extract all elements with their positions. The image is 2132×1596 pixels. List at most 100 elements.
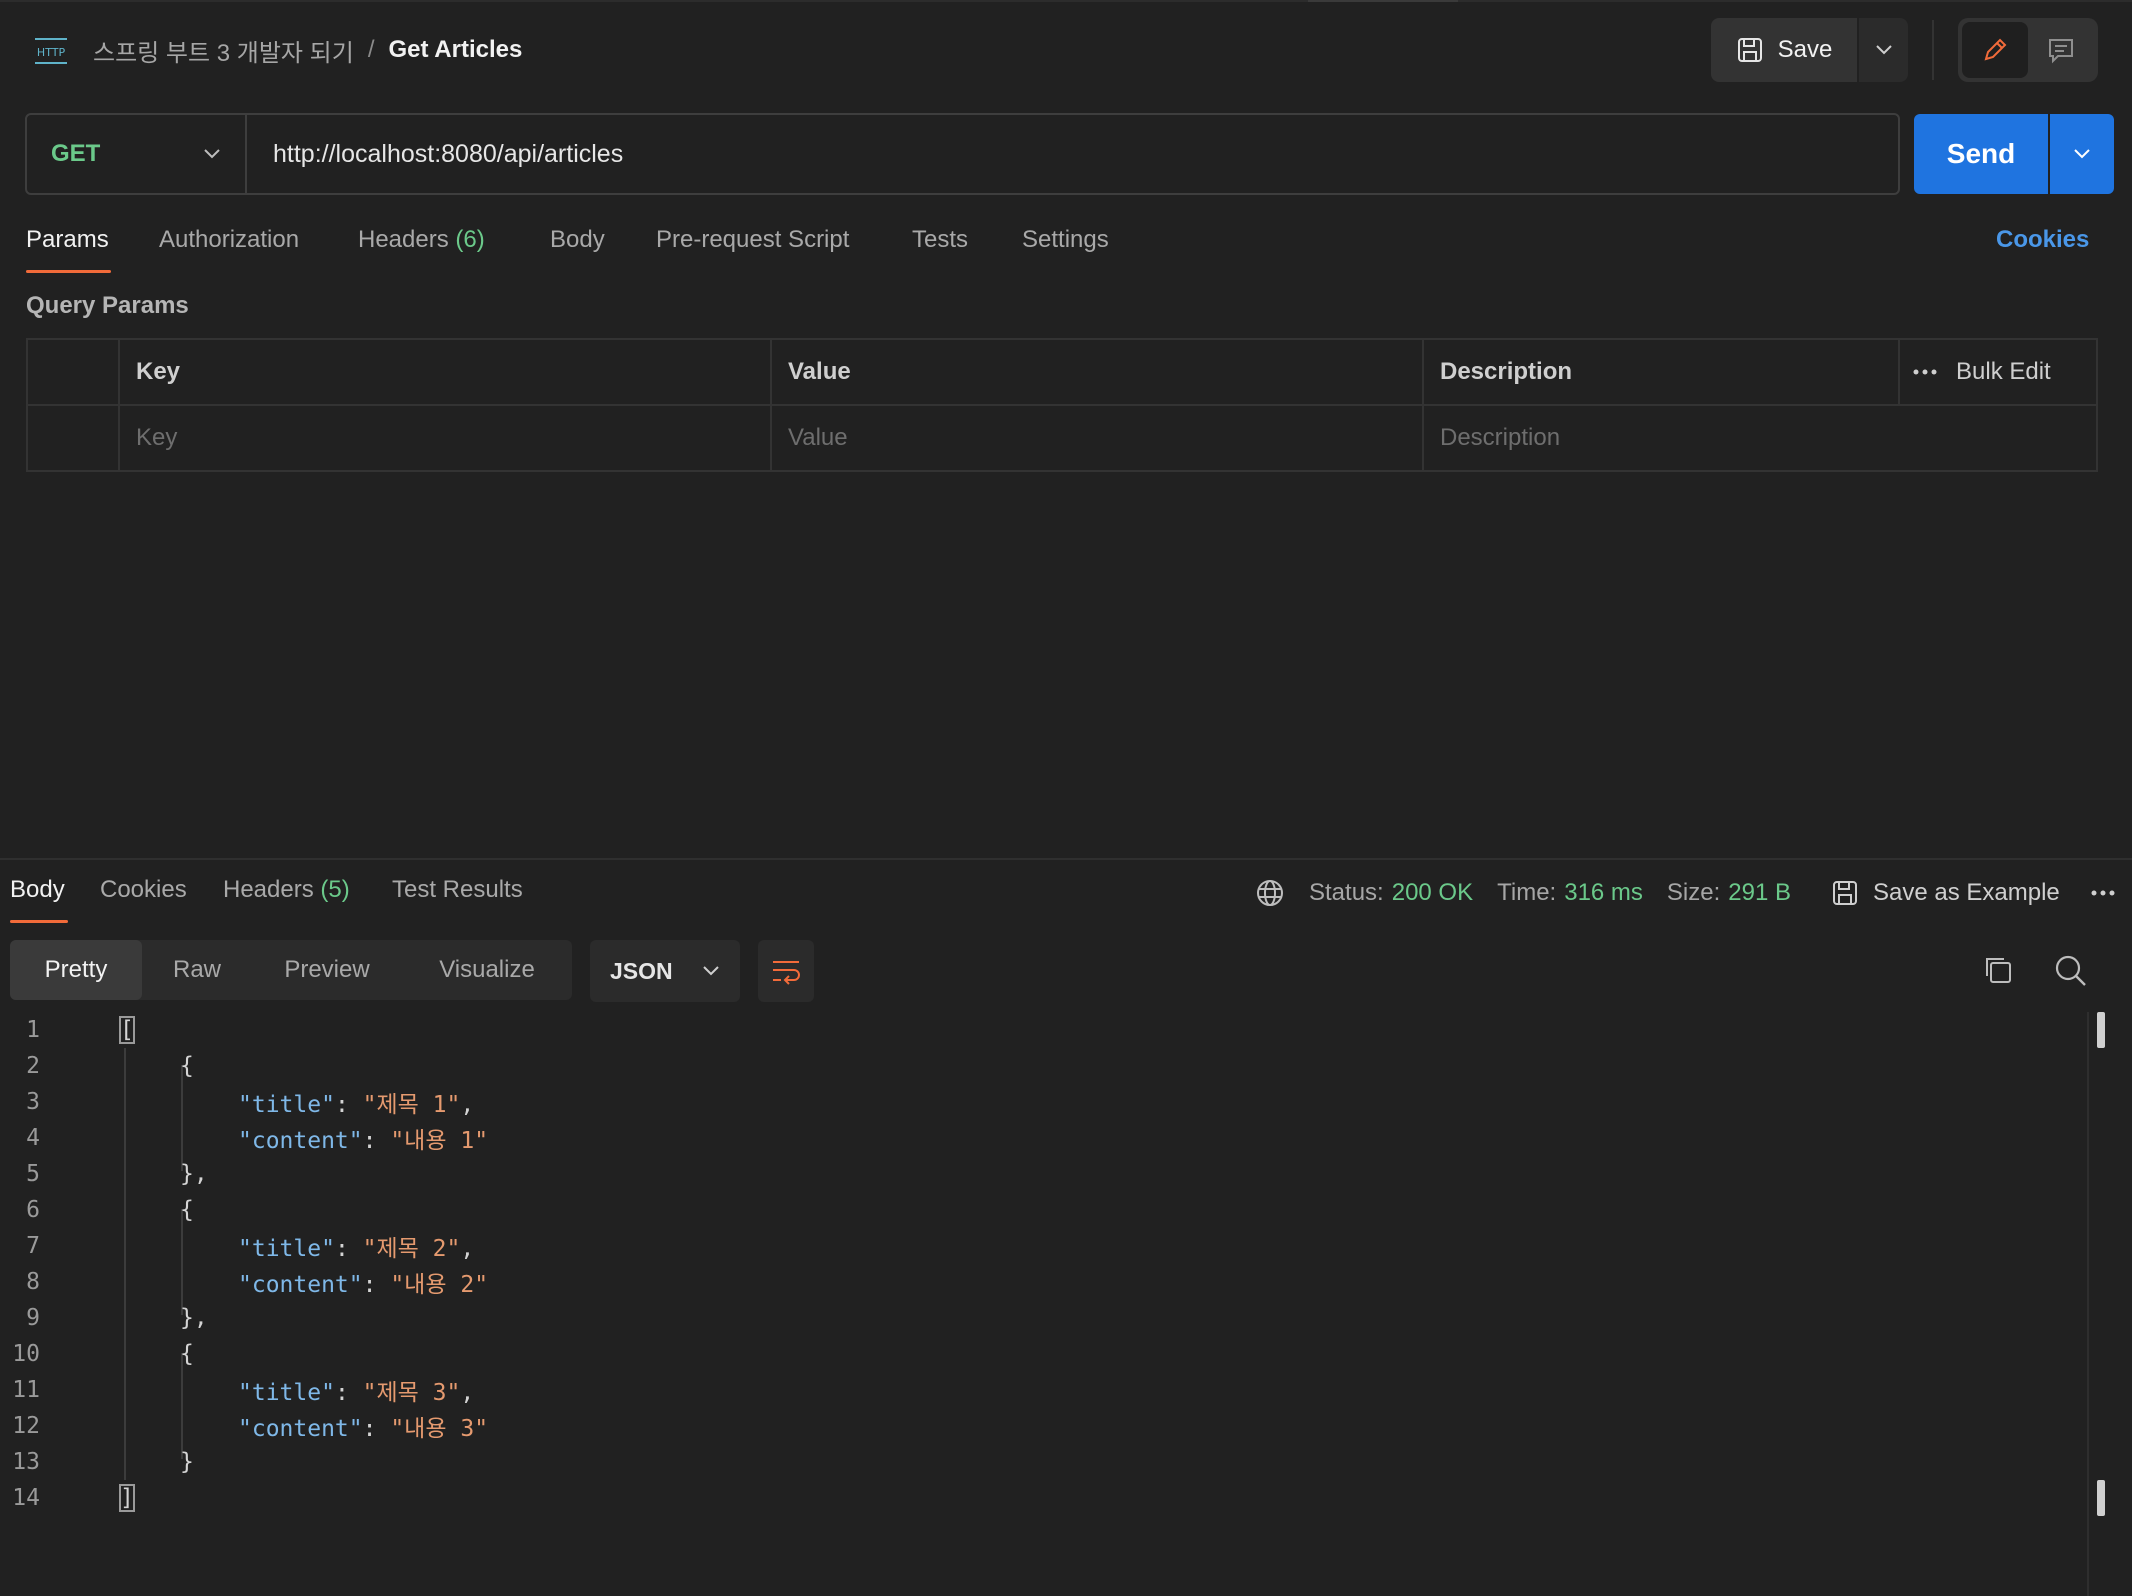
response-time[interactable]: Time: 316 ms xyxy=(1497,879,1643,907)
comments-button[interactable] xyxy=(2028,22,2094,78)
response-tab-headers[interactable]: Headers (5) xyxy=(223,876,350,904)
tab-pre-request-script[interactable]: Pre-request Script xyxy=(656,226,849,254)
breadcrumb: 스프링 부트 3 개발자 되기 / Get Articles xyxy=(93,32,522,68)
view-mode-preview[interactable]: Preview xyxy=(252,940,402,1000)
code-text: "content": "내용 3" xyxy=(238,1409,488,1443)
response-size[interactable]: Size: 291 B xyxy=(1667,879,1791,907)
more-options-icon[interactable] xyxy=(2090,889,2116,897)
format-label: JSON xyxy=(610,957,673,984)
response-tab-body-underline xyxy=(10,920,68,923)
save-icon xyxy=(1736,36,1764,64)
code-text: }, xyxy=(180,1161,208,1187)
code-line: 3 "title": "제목 1", xyxy=(0,1084,2090,1120)
save-button[interactable]: Save xyxy=(1711,18,1857,82)
view-mode-visualize[interactable]: Visualize xyxy=(402,940,572,1000)
tab-tests[interactable]: Tests xyxy=(912,226,968,254)
description-input[interactable]: Description xyxy=(1424,406,2096,470)
tab-params[interactable]: Params xyxy=(26,226,109,254)
json-colon: : xyxy=(362,1128,391,1154)
json-value: "내용 3" xyxy=(390,1416,489,1442)
view-mode-raw[interactable]: Raw xyxy=(142,940,252,1000)
json-value: "제목 3" xyxy=(362,1380,461,1406)
line-number: 9 xyxy=(26,1305,40,1331)
bulk-edit-button[interactable]: Bulk Edit xyxy=(1956,340,2096,404)
response-tab-cookies[interactable]: Cookies xyxy=(100,876,187,904)
scrollbar-marker[interactable] xyxy=(2097,1480,2105,1516)
json-value: "제목 1" xyxy=(362,1092,461,1118)
search-icon[interactable] xyxy=(2054,954,2088,988)
code-line: 11 "title": "제목 3", xyxy=(0,1372,2090,1408)
send-button[interactable]: Send xyxy=(1914,114,2048,194)
json-colon: : xyxy=(362,1416,391,1442)
json-key: "title" xyxy=(238,1236,335,1262)
method-select[interactable]: GET xyxy=(27,115,247,193)
row-checkbox-cell xyxy=(28,406,118,470)
line-number: 3 xyxy=(26,1089,40,1115)
edit-mode-button[interactable] xyxy=(1962,22,2028,78)
code-text: "content": "내용 2" xyxy=(238,1265,488,1299)
breadcrumb-collection[interactable]: 스프링 부트 3 개발자 되기 xyxy=(93,33,354,68)
code-line: 9 }, xyxy=(0,1300,2090,1336)
code-text: { xyxy=(180,1053,194,1079)
tab-headers[interactable]: Headers (6) xyxy=(358,226,485,254)
url-input[interactable] xyxy=(247,115,1898,193)
save-label: Save xyxy=(1777,36,1833,63)
http-request-icon: HTTP xyxy=(33,36,69,66)
code-line: 14 ] xyxy=(0,1480,2090,1516)
response-tab-headers-count: (5) xyxy=(320,876,350,903)
view-mode-selector: Pretty Raw Preview Visualize xyxy=(10,940,572,1000)
copy-icon[interactable] xyxy=(1982,954,2014,986)
tab-body[interactable]: Body xyxy=(550,226,605,254)
window-top-border xyxy=(0,0,2132,2)
code-text: "content": "내용 1" xyxy=(238,1121,488,1155)
cookies-link[interactable]: Cookies xyxy=(1996,226,2089,254)
save-icon xyxy=(1831,879,1859,907)
tab-authorization[interactable]: Authorization xyxy=(159,226,299,254)
code-text: { xyxy=(180,1197,194,1223)
response-tab-test-results[interactable]: Test Results xyxy=(392,876,523,904)
json-value: "제목 2" xyxy=(362,1236,461,1262)
send-options-button[interactable] xyxy=(2050,114,2114,194)
line-number: 13 xyxy=(12,1449,40,1475)
code-line: 4 "content": "내용 1" xyxy=(0,1120,2090,1156)
more-options-icon[interactable] xyxy=(1912,340,1952,404)
tab-params-underline xyxy=(26,270,111,273)
code-line: 13 } xyxy=(0,1444,2090,1480)
save-options-button[interactable] xyxy=(1859,18,1908,82)
window-top-accent xyxy=(1308,0,1458,2)
format-select[interactable]: JSON xyxy=(590,940,740,1002)
json-comma: , xyxy=(460,1236,475,1262)
code-text: "title": "제목 1", xyxy=(238,1085,474,1119)
chevron-down-icon xyxy=(2073,148,2091,160)
code-text: }, xyxy=(180,1305,208,1331)
json-key: "content" xyxy=(238,1128,363,1154)
value-input[interactable]: Value xyxy=(772,406,1422,470)
globe-icon[interactable] xyxy=(1255,878,1285,908)
tab-settings[interactable]: Settings xyxy=(1022,226,1109,254)
breadcrumb-request-name[interactable]: Get Articles xyxy=(389,36,523,64)
tab-headers-label: Headers xyxy=(358,226,449,253)
size-value: 291 B xyxy=(1728,879,1791,906)
save-as-example-button[interactable]: Save as Example xyxy=(1831,879,2060,907)
code-line: 5 }, xyxy=(0,1156,2090,1192)
save-as-example-label: Save as Example xyxy=(1873,879,2060,906)
code-line: 6 { xyxy=(0,1192,2090,1228)
response-tab-body[interactable]: Body xyxy=(10,876,65,904)
tab-headers-count: (6) xyxy=(455,226,485,253)
code-text: } xyxy=(180,1449,194,1475)
status-code[interactable]: Status: 200 OK xyxy=(1309,879,1473,907)
code-text: [ xyxy=(119,1016,135,1044)
mode-toggle xyxy=(1958,18,2098,82)
status-label: Status: xyxy=(1309,879,1384,906)
key-input[interactable]: Key xyxy=(120,406,770,470)
line-number: 4 xyxy=(26,1125,40,1151)
wrap-lines-button[interactable] xyxy=(758,940,814,1002)
response-divider xyxy=(0,858,2132,860)
view-mode-pretty[interactable]: Pretty xyxy=(10,940,142,1000)
json-key: "title" xyxy=(238,1092,335,1118)
json-key: "content" xyxy=(238,1272,363,1298)
line-number: 5 xyxy=(26,1161,40,1187)
query-params-table: Key Value Description Bulk Edit Key Valu… xyxy=(26,338,2098,472)
code-text: ] xyxy=(119,1484,135,1512)
scrollbar-marker[interactable] xyxy=(2097,1012,2105,1048)
